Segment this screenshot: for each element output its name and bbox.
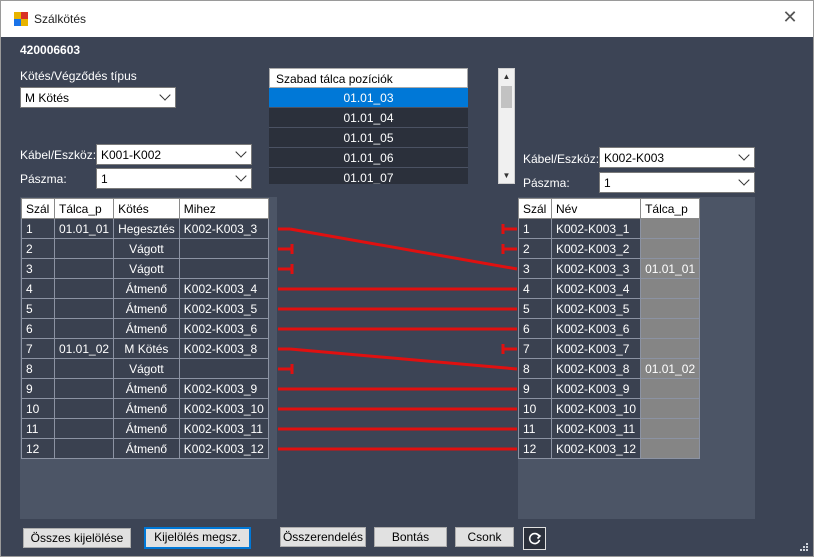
table-cell: 5 xyxy=(518,298,552,319)
table-cell: 12 xyxy=(518,438,552,459)
column-header[interactable]: Tálca_p xyxy=(640,198,701,219)
resize-grip-icon[interactable] xyxy=(799,542,809,552)
table-row[interactable]: 6 K002-K003_6 xyxy=(518,318,701,339)
table-cell: 11 xyxy=(518,418,552,439)
refresh-icon xyxy=(528,532,542,545)
table-row[interactable]: 4 K002-K003_4 xyxy=(518,278,701,299)
table-cell: K002-K003_12 xyxy=(550,438,642,459)
table-row[interactable]: 10 K002-K003_10 xyxy=(518,398,701,419)
table-row[interactable]: 1 K002-K003_1 xyxy=(518,218,701,239)
table-row[interactable]: 12 K002-K003_12 xyxy=(518,438,701,459)
table-cell: K002-K003_8 xyxy=(550,358,642,379)
table-cell: K002-K003_7 xyxy=(550,338,642,359)
table-cell: K002-K003_1 xyxy=(550,218,642,239)
table-cell: K002-K003_10 xyxy=(550,398,642,419)
column-header[interactable]: Név xyxy=(550,198,642,219)
table-cell: 6 xyxy=(518,318,552,339)
table-cell: K002-K003_5 xyxy=(550,298,642,319)
table-cell xyxy=(640,378,701,399)
table-row[interactable]: 3 K002-K003_3 01.01_01 xyxy=(518,258,701,279)
refresh-button[interactable] xyxy=(523,527,546,550)
table-row[interactable]: 7 K002-K003_7 xyxy=(518,338,701,359)
table-cell xyxy=(640,278,701,299)
splice-button[interactable]: Csonk xyxy=(455,527,514,547)
table-cell: 01.01_02 xyxy=(640,358,701,379)
connection-line xyxy=(289,347,518,371)
table-cell xyxy=(640,398,701,419)
table-cell: 8 xyxy=(518,358,552,379)
splice-window: Szálkötés ✕ 420006603 Kötés/Végződés típ… xyxy=(0,0,814,557)
table-row[interactable]: 2 K002-K003_2 xyxy=(518,238,701,259)
table-cell: 9 xyxy=(518,378,552,399)
table-cell xyxy=(640,218,701,239)
table-cell: K002-K003_2 xyxy=(550,238,642,259)
table-cell xyxy=(640,298,701,319)
table-cell xyxy=(640,338,701,359)
connect-button[interactable]: Összerendelés xyxy=(280,527,366,547)
table-cell: K002-K003_9 xyxy=(550,378,642,399)
table-cell xyxy=(640,438,701,459)
table-row[interactable]: 11 K002-K003_11 xyxy=(518,418,701,439)
clear-selection-button[interactable]: Kijelölés megsz. xyxy=(144,527,251,549)
table-cell: 1 xyxy=(518,218,552,239)
connection-line xyxy=(289,227,518,271)
table-cell: 2 xyxy=(518,238,552,259)
table-row[interactable]: 9 K002-K003_9 xyxy=(518,378,701,399)
table-cell: 01.01_01 xyxy=(640,258,701,279)
disconnect-button[interactable]: Bontás xyxy=(374,527,447,547)
table-cell: K002-K003_4 xyxy=(550,278,642,299)
table-cell: 3 xyxy=(518,258,552,279)
table-cell: K002-K003_3 xyxy=(550,258,642,279)
table-cell xyxy=(640,418,701,439)
table-cell: K002-K003_11 xyxy=(550,418,642,439)
table-cell: 4 xyxy=(518,278,552,299)
table-row[interactable]: 5 K002-K003_5 xyxy=(518,298,701,319)
table-cell: 7 xyxy=(518,338,552,359)
table-cell: 10 xyxy=(518,398,552,419)
table-row[interactable]: 8 K002-K003_8 01.01_02 xyxy=(518,358,701,379)
column-header[interactable]: Szál xyxy=(518,198,552,219)
right-fiber-table[interactable]: Szál Név Tálca_p 1 K002-K003_1 2 K002-K003_2 3… xyxy=(518,198,701,459)
table-cell: K002-K003_6 xyxy=(550,318,642,339)
table-cell xyxy=(640,318,701,339)
select-all-button[interactable]: Összes kijelölése xyxy=(23,528,131,548)
table-cell xyxy=(640,238,701,259)
